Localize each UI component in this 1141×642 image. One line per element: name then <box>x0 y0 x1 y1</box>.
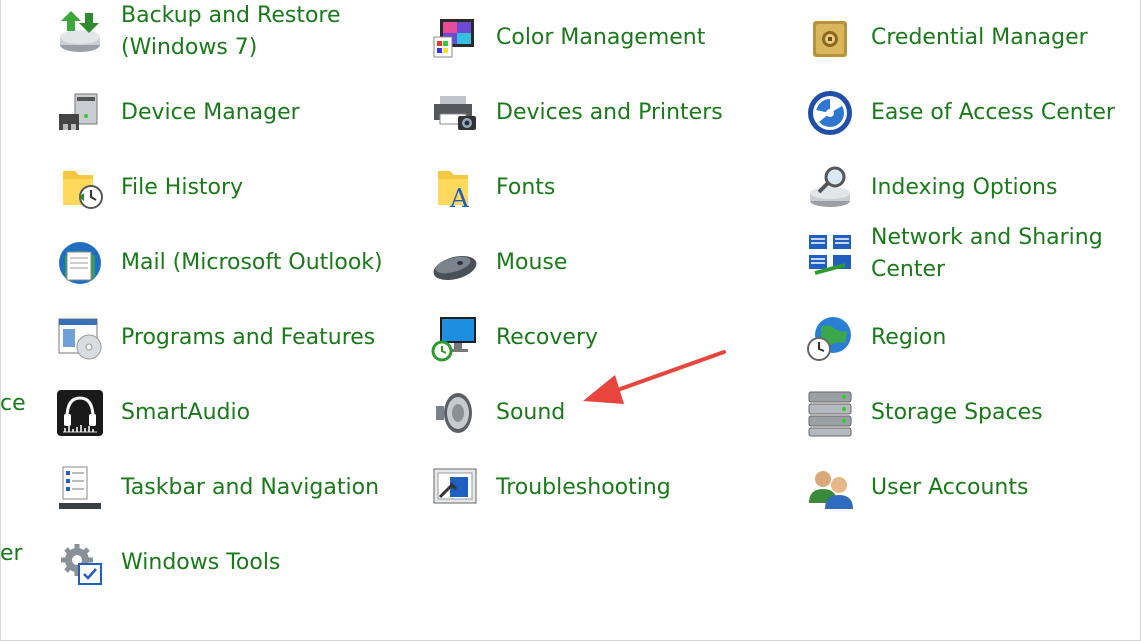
cp-item-label: Ease of Access Center <box>871 100 1115 125</box>
cp-item-label: SmartAudio <box>121 400 251 425</box>
cp-item-label: Device Manager <box>121 100 300 125</box>
cp-item-recovery[interactable]: Recovery <box>430 313 598 363</box>
cp-item-troubleshooting[interactable]: Troubleshooting <box>430 463 671 513</box>
cp-item-color-management[interactable]: Color Management <box>430 13 705 63</box>
cp-item-label: File History <box>121 175 244 200</box>
credential-manager-icon <box>805 13 855 63</box>
cp-item-label: Recovery <box>496 325 599 350</box>
cp-item-label: Taskbar and Navigation <box>121 475 380 500</box>
cp-item-label: Devices and Printers <box>496 100 723 125</box>
file-history-icon <box>55 163 105 213</box>
cp-item-smartaudio[interactable]: SmartAudio <box>55 388 250 438</box>
cp-item-taskbar-navigation[interactable]: Taskbar and Navigation <box>55 463 379 513</box>
cp-item-label: User Accounts <box>871 475 1029 500</box>
cp-item-label: Network and Sharing Center <box>871 225 1103 282</box>
cp-item-backup-restore[interactable]: Backup and Restore (Windows 7) <box>55 0 381 64</box>
storage-spaces-icon <box>805 388 855 438</box>
cp-item-ease-of-access[interactable]: Ease of Access Center <box>805 88 1115 138</box>
region-icon <box>805 313 855 363</box>
cp-item-user-accounts[interactable]: User Accounts <box>805 463 1028 513</box>
taskbar-navigation-icon <box>55 463 105 513</box>
cp-item-label: Mouse <box>496 250 568 275</box>
cp-item-label: Windows Tools <box>121 550 281 575</box>
indexing-options-icon <box>805 163 855 213</box>
cp-item-devices-printers[interactable]: Devices and Printers <box>430 88 723 138</box>
ease-of-access-icon <box>805 88 855 138</box>
clipped-item-label[interactable]: ce <box>0 388 26 420</box>
mouse-icon <box>430 238 480 288</box>
cp-item-file-history[interactable]: File History <box>55 163 243 213</box>
cp-item-windows-tools[interactable]: Windows Tools <box>55 538 280 588</box>
fonts-icon: A <box>430 163 480 213</box>
cp-item-mouse[interactable]: Mouse <box>430 238 567 288</box>
cp-item-label: Mail (Microsoft Outlook) <box>121 250 383 275</box>
cp-item-region[interactable]: Region <box>805 313 946 363</box>
cp-item-label: Programs and Features <box>121 325 376 350</box>
cp-item-label: Sound <box>496 400 566 425</box>
smartaudio-icon <box>55 388 105 438</box>
cp-item-indexing-options[interactable]: Indexing Options <box>805 163 1057 213</box>
mail-icon <box>55 238 105 288</box>
svg-text:A: A <box>449 184 470 213</box>
cp-item-label: Credential Manager <box>871 25 1088 50</box>
user-accounts-icon <box>805 463 855 513</box>
windows-tools-icon <box>55 538 105 588</box>
cp-item-sound[interactable]: Sound <box>430 388 565 438</box>
cp-item-storage-spaces[interactable]: Storage Spaces <box>805 388 1043 438</box>
network-sharing-icon <box>805 229 855 279</box>
cp-item-label: Fonts <box>496 175 556 200</box>
programs-features-icon <box>55 313 105 363</box>
cp-item-device-manager[interactable]: Device Manager <box>55 88 300 138</box>
device-manager-icon <box>55 88 105 138</box>
sound-icon <box>430 388 480 438</box>
cp-item-label: Storage Spaces <box>871 400 1043 425</box>
cp-item-mail[interactable]: Mail (Microsoft Outlook) <box>55 238 383 288</box>
cp-item-label: Indexing Options <box>871 175 1058 200</box>
cp-item-network-sharing[interactable]: Network and Sharing Center <box>805 222 1111 286</box>
backup-restore-icon <box>55 7 105 57</box>
color-management-icon <box>430 13 480 63</box>
cp-item-label: Troubleshooting <box>496 475 671 500</box>
cp-item-label: Color Management <box>496 25 706 50</box>
cp-item-programs-features[interactable]: Programs and Features <box>55 313 375 363</box>
recovery-icon <box>430 313 480 363</box>
cp-item-label: Backup and Restore (Windows 7) <box>121 3 341 60</box>
devices-printers-icon <box>430 88 480 138</box>
clipped-item-label[interactable]: er <box>0 538 23 570</box>
cp-item-credential-manager[interactable]: Credential Manager <box>805 13 1088 63</box>
troubleshooting-icon <box>430 463 480 513</box>
cp-item-label: Region <box>871 325 947 350</box>
cp-item-fonts[interactable]: A Fonts <box>430 163 555 213</box>
